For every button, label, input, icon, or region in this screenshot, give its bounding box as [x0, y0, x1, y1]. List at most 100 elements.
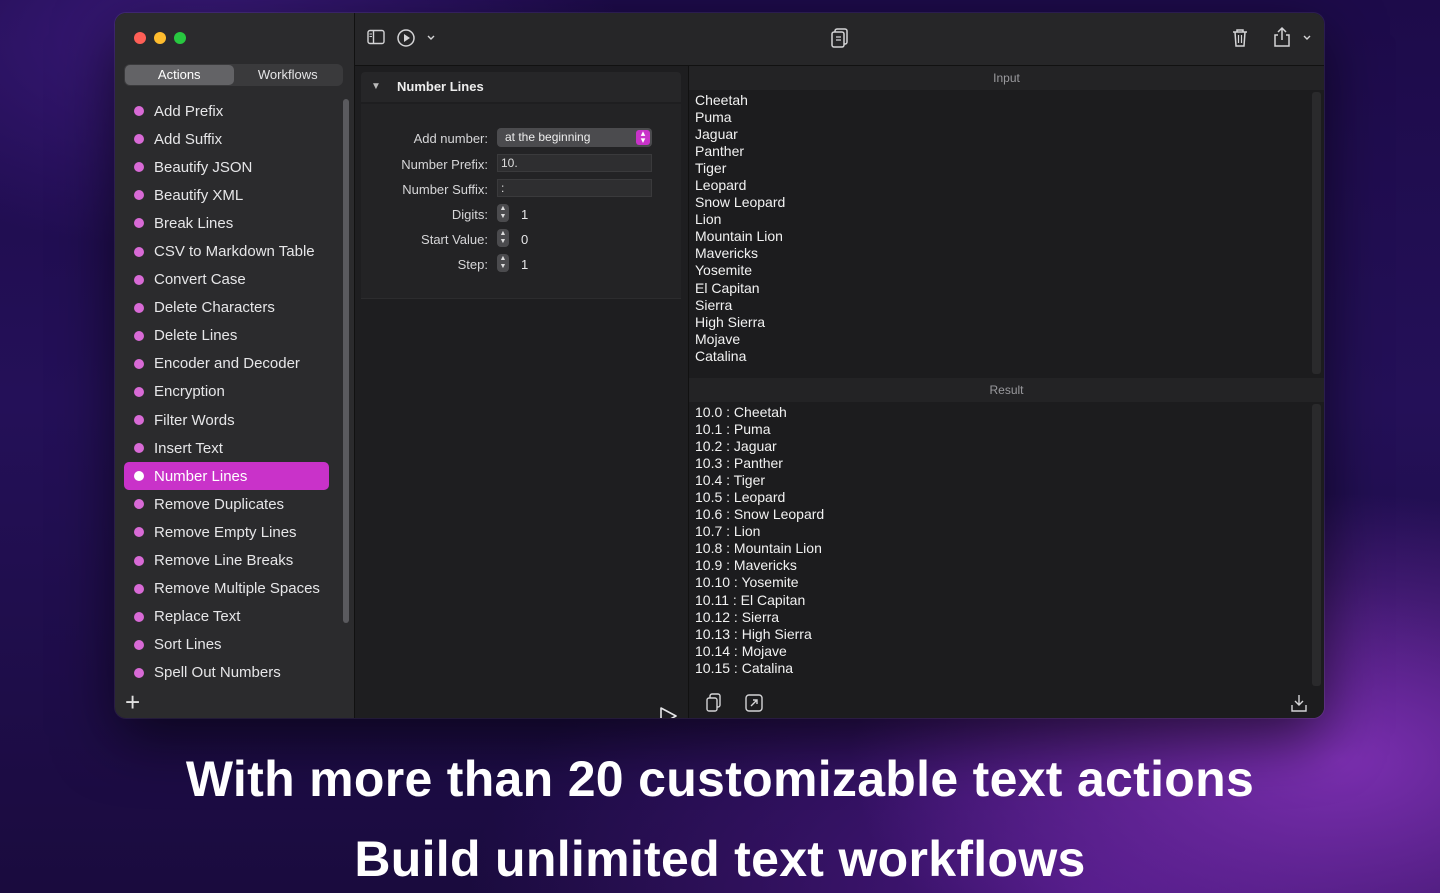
number-prefix-input[interactable]: 10.: [497, 154, 652, 172]
swap-icon[interactable]: [744, 693, 764, 718]
sidebar-item-label: Remove Multiple Spaces: [154, 580, 320, 598]
start-value-row: Start Value: ▲ ▼ 0: [361, 229, 681, 251]
close-window-button[interactable]: [134, 32, 146, 44]
start-value-stepper[interactable]: ▲ ▼: [497, 229, 509, 247]
sidebar-item-beautify-json[interactable]: Beautify JSON: [124, 153, 329, 181]
action-dot-icon: [134, 555, 144, 566]
sidebar-item-label: Beautify JSON: [154, 158, 253, 176]
action-dot-icon: [134, 471, 144, 482]
run-menu-icon[interactable]: [396, 28, 436, 53]
sidebar-toggle-icon[interactable]: [367, 29, 385, 50]
sidebar-item-insert-text[interactable]: Insert Text: [124, 434, 329, 462]
result-scrollbar[interactable]: [1312, 404, 1321, 686]
sidebar-item-label: Sort Lines: [154, 636, 222, 654]
sidebar-item-encoder-and-decoder[interactable]: Encoder and Decoder: [124, 350, 329, 378]
sidebar-item-csv-to-markdown-table[interactable]: CSV to Markdown Table: [124, 237, 329, 265]
sidebar-item-label: Break Lines: [154, 214, 234, 232]
step-value: 1: [521, 257, 529, 272]
copy-icon[interactable]: [830, 27, 850, 54]
input-textarea[interactable]: Cheetah Puma Jaguar Panther Tiger Leopar…: [695, 92, 1295, 365]
action-dot-icon: [134, 162, 144, 173]
action-dot-icon: [134, 611, 144, 622]
add-action-button[interactable]: +: [125, 689, 140, 715]
add-number-label: Add number:: [413, 131, 488, 146]
step-label: Step:: [457, 257, 488, 272]
export-icon[interactable]: [1289, 693, 1309, 718]
sidebar-item-break-lines[interactable]: Break Lines: [124, 209, 329, 237]
number-prefix-row: Number Prefix: 10.: [361, 154, 681, 176]
tab-workflows[interactable]: Workflows: [234, 65, 343, 85]
action-dot-icon: [134, 583, 144, 594]
input-scrollbar[interactable]: [1312, 92, 1321, 374]
add-number-popup[interactable]: at the beginning ▴ ▾: [497, 128, 652, 147]
sidebar-item-label: Remove Empty Lines: [154, 523, 297, 541]
sidebar-item-sort-lines[interactable]: Sort Lines: [124, 631, 329, 659]
sidebar-item-label: Add Suffix: [154, 130, 223, 148]
share-icon[interactable]: [1272, 26, 1312, 53]
start-value-label: Start Value:: [421, 232, 488, 247]
action-settings-panel: ▼ Number Lines Add number: at the beginn…: [355, 66, 689, 718]
sidebar-item-label: Insert Text: [154, 439, 223, 457]
action-dot-icon: [134, 639, 144, 650]
sidebar-item-add-prefix[interactable]: Add Prefix: [124, 97, 329, 125]
action-dot-icon: [134, 218, 144, 229]
play-icon[interactable]: [658, 706, 678, 718]
sidebar-item-label: Delete Lines: [154, 327, 238, 345]
action-dot-icon: [134, 302, 144, 313]
digits-stepper[interactable]: ▲ ▼: [497, 204, 509, 222]
sidebar-item-number-lines[interactable]: Number Lines: [124, 462, 329, 491]
action-dot-icon: [134, 246, 144, 257]
sidebar-item-remove-line-breaks[interactable]: Remove Line Breaks: [124, 547, 329, 575]
sidebar-item-encryption[interactable]: Encryption: [124, 378, 329, 406]
sidebar-item-convert-case[interactable]: Convert Case: [124, 266, 329, 294]
sidebar-item-spell-out-numbers[interactable]: Spell Out Numbers: [124, 659, 329, 687]
window-controls: [134, 32, 186, 44]
caption-line-1: With more than 20 customizable text acti…: [185, 751, 1255, 807]
io-bottom-bar: [689, 687, 1324, 718]
disclosure-triangle-icon[interactable]: ▼: [371, 72, 381, 102]
action-dot-icon: [134, 134, 144, 145]
clipboard-icon[interactable]: [705, 693, 723, 718]
sidebar-item-delete-characters[interactable]: Delete Characters: [124, 294, 329, 322]
add-number-row: Add number: at the beginning ▴ ▾: [361, 128, 681, 150]
sidebar-item-label: Remove Duplicates: [154, 495, 285, 513]
sidebar-item-label: Spell Out Numbers: [154, 664, 281, 682]
number-suffix-input[interactable]: :: [497, 179, 652, 197]
action-dot-icon: [134, 527, 144, 538]
step-row: Step: ▲ ▼ 1: [361, 254, 681, 276]
step-stepper[interactable]: ▲ ▼: [497, 254, 509, 272]
action-dot-icon: [134, 499, 144, 510]
sidebar-item-label: Delete Characters: [154, 299, 275, 317]
action-dot-icon: [134, 274, 144, 285]
trash-icon[interactable]: [1231, 28, 1249, 53]
result-title: Result: [689, 378, 1324, 402]
sidebar-item-label: Add Prefix: [154, 102, 224, 120]
sidebar-segmented-control: Actions Workflows: [124, 64, 343, 86]
input-title: Input: [689, 66, 1324, 90]
io-panel: Input Cheetah Puma Jaguar Panther Tiger …: [689, 66, 1324, 718]
settings-title: Number Lines: [397, 79, 484, 94]
number-suffix-row: Number Suffix: :: [361, 179, 681, 201]
sidebar-item-delete-lines[interactable]: Delete Lines: [124, 322, 329, 350]
digits-label: Digits:: [451, 207, 488, 222]
sidebar-item-label: CSV to Markdown Table: [154, 243, 315, 261]
sidebar-item-beautify-xml[interactable]: Beautify XML: [124, 181, 329, 209]
zoom-window-button[interactable]: [174, 32, 186, 44]
tab-actions[interactable]: Actions: [125, 65, 234, 85]
result-textarea[interactable]: 10.0 : Cheetah 10.1 : Puma 10.2 : Jaguar…: [695, 404, 1295, 677]
sidebar-scrollbar[interactable]: [343, 99, 349, 623]
sidebar-item-add-suffix[interactable]: Add Suffix: [124, 125, 329, 153]
sidebar-item-label: Encryption: [154, 383, 225, 401]
sidebar-item-replace-text[interactable]: Replace Text: [124, 603, 329, 631]
minimize-window-button[interactable]: [154, 32, 166, 44]
sidebar-item-filter-words[interactable]: Filter Words: [124, 406, 329, 434]
sidebar-item-label: Replace Text: [154, 608, 241, 626]
settings-header[interactable]: ▼ Number Lines: [361, 72, 681, 102]
sidebar-item-remove-multiple-spaces[interactable]: Remove Multiple Spaces: [124, 575, 329, 603]
add-number-value: at the beginning: [505, 130, 591, 144]
sidebar-item-remove-duplicates[interactable]: Remove Duplicates: [124, 490, 329, 518]
sidebar-item-label: Remove Line Breaks: [154, 552, 294, 570]
sidebar-item-remove-empty-lines[interactable]: Remove Empty Lines: [124, 518, 329, 546]
sidebar-item-label: Beautify XML: [154, 186, 244, 204]
start-value-value: 0: [521, 232, 529, 247]
